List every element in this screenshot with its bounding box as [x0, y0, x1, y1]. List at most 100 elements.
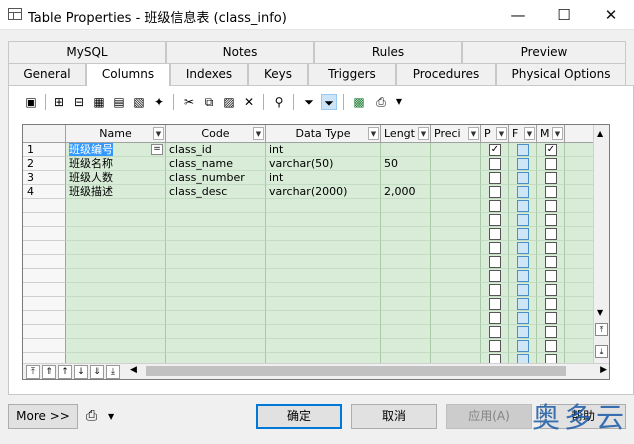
cell-code[interactable]: class_number [166, 171, 266, 185]
cell-precision[interactable] [431, 185, 481, 199]
print-icon[interactable]: ⎙ [86, 408, 97, 424]
cell-data-type[interactable] [266, 227, 381, 241]
apply-button[interactable]: 应用(A) [446, 404, 532, 429]
chevron-down-icon[interactable]: ▼ [468, 127, 479, 140]
checkbox-m[interactable]: ✓ [545, 144, 557, 156]
checkbox-f[interactable] [517, 298, 529, 310]
checkbox-m[interactable] [545, 340, 557, 352]
checkbox-m[interactable] [545, 242, 557, 254]
checkbox-f[interactable] [517, 158, 529, 170]
cell-name[interactable] [66, 339, 166, 353]
cell-length[interactable] [381, 311, 431, 325]
vertical-scrollbar[interactable]: ▲ ▼ ⤒ ⤓ [593, 125, 609, 365]
checkbox-f[interactable] [517, 172, 529, 184]
cell-name[interactable] [66, 255, 166, 269]
checkbox-m[interactable] [545, 270, 557, 282]
row-header[interactable]: 2 [23, 157, 66, 171]
cell-data-type[interactable] [266, 269, 381, 283]
tab-mysql[interactable]: MySQL [8, 41, 166, 63]
cell-length[interactable] [381, 213, 431, 227]
cell-name[interactable] [66, 297, 166, 311]
cell-name[interactable]: 班级描述 [66, 185, 166, 199]
cell-code[interactable]: class_name [166, 157, 266, 171]
move-top-icon[interactable]: ⤒ [26, 365, 40, 379]
cell-data-type[interactable] [266, 339, 381, 353]
cell-precision[interactable] [431, 199, 481, 213]
header-mandatory[interactable]: M ▼ [537, 125, 565, 143]
cell-code[interactable] [166, 311, 266, 325]
checkbox-p[interactable] [489, 256, 501, 268]
cell-data-type[interactable] [266, 325, 381, 339]
cell-name[interactable] [66, 283, 166, 297]
chevron-down-icon[interactable]: ▼ [496, 127, 507, 140]
scroll-down-icon[interactable]: ▼ [597, 308, 603, 317]
add-row-icon[interactable]: ⊟ [71, 94, 87, 110]
more-button[interactable]: More >> [8, 404, 78, 429]
tab-notes[interactable]: Notes [166, 41, 314, 63]
row-header[interactable] [23, 227, 66, 241]
cell-data-type[interactable]: varchar(2000) [266, 185, 381, 199]
checkbox-m[interactable] [545, 312, 557, 324]
row-header[interactable]: 3 [23, 171, 66, 185]
move-page-down-icon[interactable]: ⇓ [90, 365, 104, 379]
checkbox-p[interactable] [489, 340, 501, 352]
cell-name[interactable]: 班级名称 [66, 157, 166, 171]
cell-code[interactable] [166, 283, 266, 297]
scroll-bottom-icon[interactable]: ⤓ [595, 345, 608, 358]
cell-precision[interactable] [431, 255, 481, 269]
cell-length[interactable]: 50 [381, 157, 431, 171]
row-header[interactable]: 1 [23, 143, 66, 157]
properties-icon[interactable]: ▣ [23, 94, 39, 110]
chevron-down-icon[interactable]: ▼ [253, 127, 264, 140]
checkbox-f[interactable] [517, 256, 529, 268]
checkbox-p[interactable] [489, 270, 501, 282]
cell-data-type[interactable]: int [266, 143, 381, 157]
checkbox-p[interactable] [489, 326, 501, 338]
header-name[interactable]: Name ▼ [66, 125, 166, 143]
row-header[interactable] [23, 325, 66, 339]
find-icon[interactable]: ⚲ [271, 94, 287, 110]
move-bottom-icon[interactable]: ⤓ [106, 365, 120, 379]
tab-columns[interactable]: Columns [86, 63, 170, 86]
cell-precision[interactable] [431, 283, 481, 297]
cell-length[interactable] [381, 325, 431, 339]
header-precision[interactable]: Preci ▼ [431, 125, 481, 143]
checkbox-m[interactable] [545, 326, 557, 338]
move-up-icon[interactable]: ↑ [58, 365, 72, 379]
checkbox-m[interactable] [545, 284, 557, 296]
cut-icon[interactable]: ✂ [181, 94, 197, 110]
checkbox-f[interactable] [517, 144, 529, 156]
cell-length[interactable] [381, 171, 431, 185]
filter-active-icon[interactable]: ⏷ [321, 94, 337, 110]
checkbox-m[interactable] [545, 172, 557, 184]
cell-name[interactable] [66, 199, 166, 213]
checkbox-p[interactable] [489, 172, 501, 184]
checkbox-p[interactable] [489, 242, 501, 254]
copy-icon[interactable]: ⧉ [201, 94, 217, 110]
header-length[interactable]: Lengt ▼ [381, 125, 431, 143]
ok-button[interactable]: 确定 [256, 404, 342, 429]
checkbox-p[interactable] [489, 186, 501, 198]
checkbox-p[interactable] [489, 312, 501, 324]
cell-precision[interactable] [431, 311, 481, 325]
header-code[interactable]: Code ▼ [166, 125, 266, 143]
cell-length[interactable] [381, 227, 431, 241]
cell-precision[interactable] [431, 241, 481, 255]
row-header[interactable] [23, 199, 66, 213]
cell-length[interactable] [381, 255, 431, 269]
cell-length[interactable] [381, 269, 431, 283]
cell-data-type[interactable] [266, 255, 381, 269]
header-primary[interactable]: P ▼ [481, 125, 509, 143]
tab-keys[interactable]: Keys [248, 63, 308, 85]
chevron-down-icon[interactable]: ▼ [418, 127, 429, 140]
scroll-right-icon[interactable]: ▶ [600, 365, 607, 375]
cell-name[interactable] [66, 269, 166, 283]
filter-icon[interactable]: ⏷ [301, 94, 317, 110]
move-down-icon[interactable]: ↓ [74, 365, 88, 379]
scroll-up-icon[interactable]: ▲ [597, 129, 603, 138]
cell-data-type[interactable]: int [266, 171, 381, 185]
checkbox-f[interactable] [517, 228, 529, 240]
cell-editor-button[interactable]: = [151, 144, 163, 155]
row-header[interactable] [23, 269, 66, 283]
cell-code[interactable]: class_desc [166, 185, 266, 199]
